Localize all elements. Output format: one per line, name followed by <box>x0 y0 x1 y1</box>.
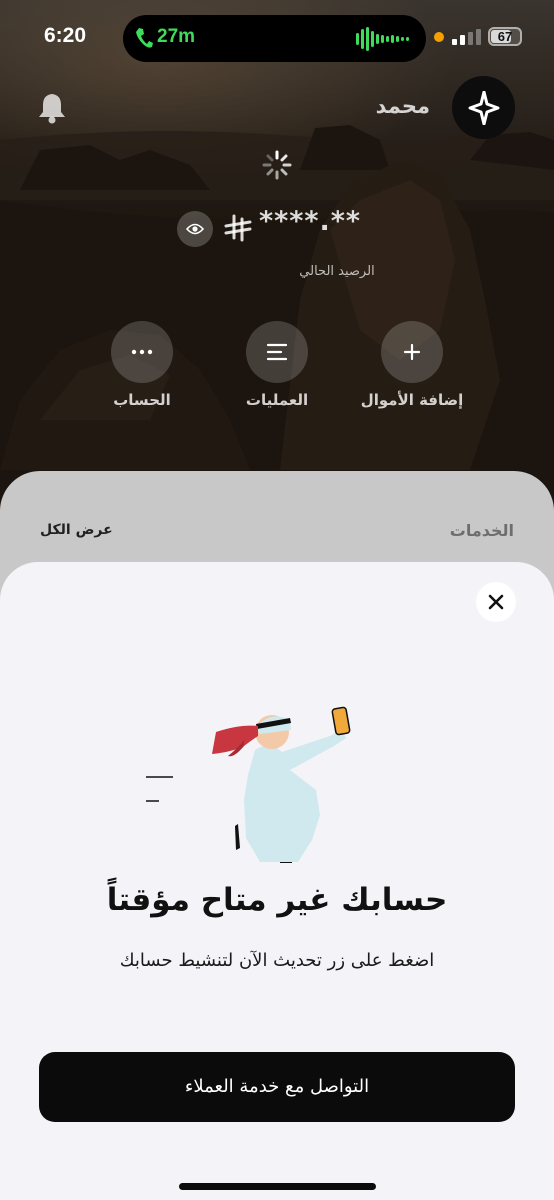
list-lines-icon <box>266 343 288 361</box>
account-action[interactable]: الحساب <box>77 321 207 409</box>
sparkle-logo-icon <box>468 91 500 125</box>
close-icon <box>488 594 504 610</box>
status-indicators: 67 <box>432 26 532 48</box>
add-funds-action-circle[interactable] <box>381 321 443 383</box>
modal-subtitle: اضغط على زر تحديث الآن لتنشيط حسابك <box>119 950 435 971</box>
account-action-label: الحساب <box>113 391 171 409</box>
dynamic-island[interactable]: 27m <box>123 15 426 62</box>
saudi-riyal-icon <box>224 214 252 242</box>
add-funds-action[interactable]: إضافة الأموال <box>347 321 477 409</box>
account-action-circle[interactable] <box>111 321 173 383</box>
app-logo-button[interactable] <box>452 76 515 139</box>
modal-title: حسابك غير متاح مؤقتاً <box>106 882 448 918</box>
transactions-action-circle[interactable] <box>246 321 308 383</box>
cellular-signal-icon <box>452 29 481 45</box>
running-man-selfie-illustration <box>146 706 351 863</box>
add-funds-action-label: إضافة الأموال <box>360 391 464 409</box>
call-duration: 27m <box>157 26 196 47</box>
contact-support-button[interactable]: التواصل مع خدمة العملاء <box>39 1052 515 1122</box>
plus-icon <box>403 343 421 361</box>
notification-bell-icon[interactable] <box>37 92 67 124</box>
close-button[interactable] <box>476 582 516 622</box>
eye-icon <box>186 223 204 235</box>
battery-percentage: 67 <box>497 29 513 44</box>
home-indicator[interactable] <box>179 1183 376 1190</box>
more-dots-icon <box>131 349 153 355</box>
transactions-action[interactable]: العمليات <box>212 321 342 409</box>
view-all-link[interactable]: عرض الكل <box>40 522 113 538</box>
phone-call-icon <box>136 28 153 48</box>
user-name: محمد <box>375 94 430 118</box>
loading-spinner-icon <box>262 150 292 180</box>
audio-waveform-icon <box>356 27 409 51</box>
balance-amount: ****.** <box>259 206 361 237</box>
battery-icon: 67 <box>488 27 522 46</box>
status-time: 6:20 <box>44 24 87 47</box>
services-title: الخدمات <box>449 521 514 540</box>
balance-label: الرصيد الحالي <box>299 264 375 279</box>
toggle-balance-visibility-button[interactable] <box>177 211 213 247</box>
mic-in-use-dot <box>434 32 444 42</box>
transactions-action-label: العمليات <box>245 391 309 409</box>
